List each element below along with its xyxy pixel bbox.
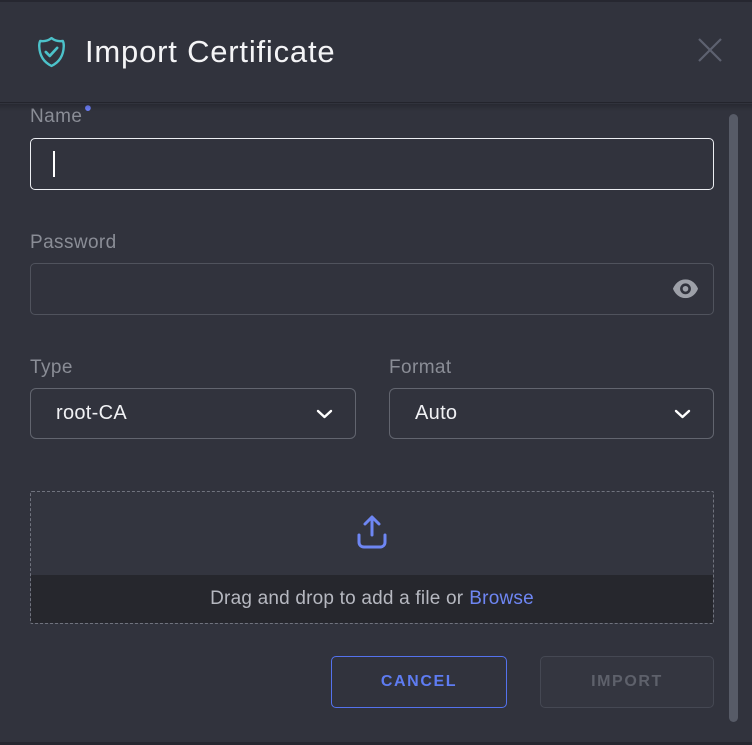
format-label: Format (389, 357, 452, 379)
shield-check-icon (35, 35, 68, 69)
dialog-title: Import Certificate (85, 34, 335, 70)
upload-icon (355, 513, 389, 555)
modal-header: Import Certificate (0, 2, 752, 103)
browse-link[interactable]: Browse (469, 588, 534, 610)
modal: Import Certificate Name• Password (0, 2, 752, 742)
password-label: Password (30, 232, 714, 254)
name-label: Name• (30, 103, 714, 128)
chevron-down-icon (674, 409, 691, 419)
file-dropzone[interactable]: Drag and drop to add a file or Browse (30, 491, 714, 624)
format-select[interactable]: Auto (389, 388, 714, 439)
vertical-scrollbar-thumb[interactable] (729, 114, 738, 722)
text-caret (53, 151, 55, 177)
import-button[interactable]: IMPORT (540, 656, 714, 708)
password-field-wrap (30, 254, 714, 315)
type-label: Type (30, 357, 389, 379)
dropzone-prompt: Drag and drop to add a file or (210, 588, 463, 610)
dropzone-caption: Drag and drop to add a file or Browse (31, 575, 713, 623)
import-certificate-dialog: Import Certificate Name• Password (0, 0, 752, 745)
eye-icon[interactable] (669, 275, 702, 302)
close-icon[interactable] (695, 35, 725, 65)
format-select-value: Auto (415, 402, 457, 425)
name-field-wrap (30, 128, 714, 190)
selects-row: root-CA Auto (30, 388, 714, 439)
modal-body: Name• Password Type (0, 103, 752, 708)
selects-labels-row: Type Format (30, 357, 714, 379)
password-input[interactable] (30, 263, 714, 315)
type-select[interactable]: root-CA (30, 388, 356, 439)
cancel-button[interactable]: CANCEL (331, 656, 507, 708)
chevron-down-icon (316, 409, 333, 419)
type-select-value: root-CA (56, 402, 127, 425)
name-input[interactable] (30, 138, 714, 190)
footer-actions: CANCEL IMPORT (30, 656, 714, 708)
